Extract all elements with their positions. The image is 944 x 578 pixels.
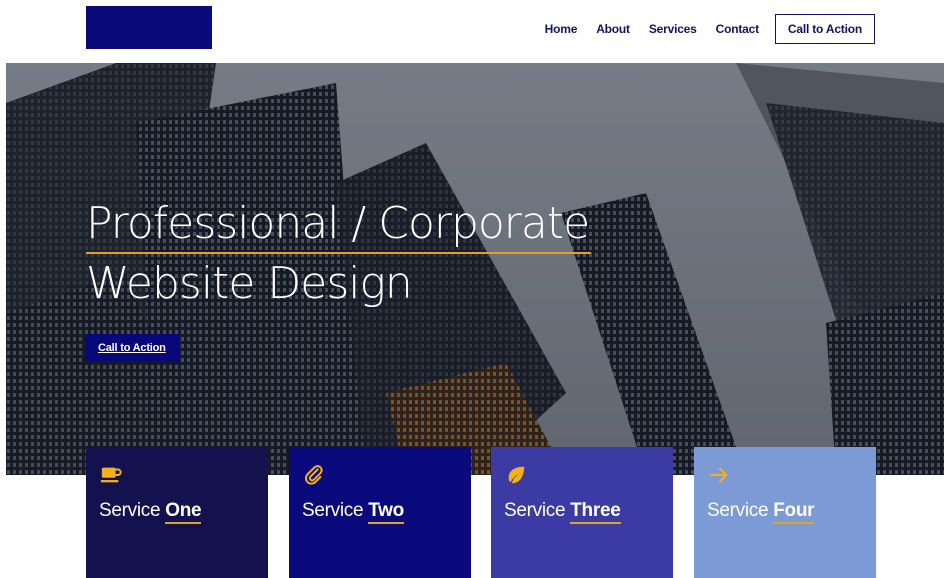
arrow-right-icon	[709, 467, 728, 483]
service-card-two-label: Service Two	[302, 500, 404, 524]
nav-services-link[interactable]: Services	[649, 22, 697, 36]
service-card-one-emphasis: One	[165, 500, 202, 524]
nav-call-to-action-button[interactable]: Call to Action	[774, 14, 875, 44]
leaf-icon	[508, 466, 525, 484]
site-header: Home About Services Contact Call to Acti…	[0, 0, 944, 63]
coffee-cup-icon	[100, 467, 122, 483]
hero-section: Professional / Corporate Website Design …	[6, 63, 944, 475]
service-card-four-prefix: Service	[707, 500, 769, 521]
nav-home-link[interactable]: Home	[545, 22, 578, 36]
service-card-two[interactable]: Service Two	[289, 447, 471, 578]
service-card-three[interactable]: Service Three	[491, 447, 673, 578]
hero-title: Professional / Corporate Website Design	[86, 196, 592, 314]
service-card-four-emphasis: Four	[773, 500, 815, 524]
service-card-two-emphasis: Two	[368, 500, 404, 524]
paperclip-icon	[304, 465, 323, 485]
service-card-three-prefix: Service	[504, 500, 566, 521]
nav-about-link[interactable]: About	[596, 22, 630, 36]
service-card-two-prefix: Service	[302, 500, 364, 521]
site-logo[interactable]	[86, 6, 212, 49]
service-card-four-label: Service Four	[707, 500, 815, 524]
service-card-one-prefix: Service	[99, 500, 161, 521]
main-nav: Home About Services Contact Call to Acti…	[545, 14, 875, 44]
service-card-one[interactable]: Service One	[86, 447, 268, 578]
service-card-four[interactable]: Service Four	[694, 447, 876, 578]
service-card-three-label: Service Three	[504, 500, 621, 524]
nav-contact-link[interactable]: Contact	[716, 22, 759, 36]
hero-title-line-1: Professional / Corporate	[86, 196, 592, 254]
hero-title-line-2: Website Design	[86, 258, 413, 309]
service-card-three-emphasis: Three	[570, 500, 621, 524]
service-card-one-label: Service One	[99, 500, 202, 524]
hero-call-to-action-button[interactable]: Call to Action	[85, 334, 179, 362]
